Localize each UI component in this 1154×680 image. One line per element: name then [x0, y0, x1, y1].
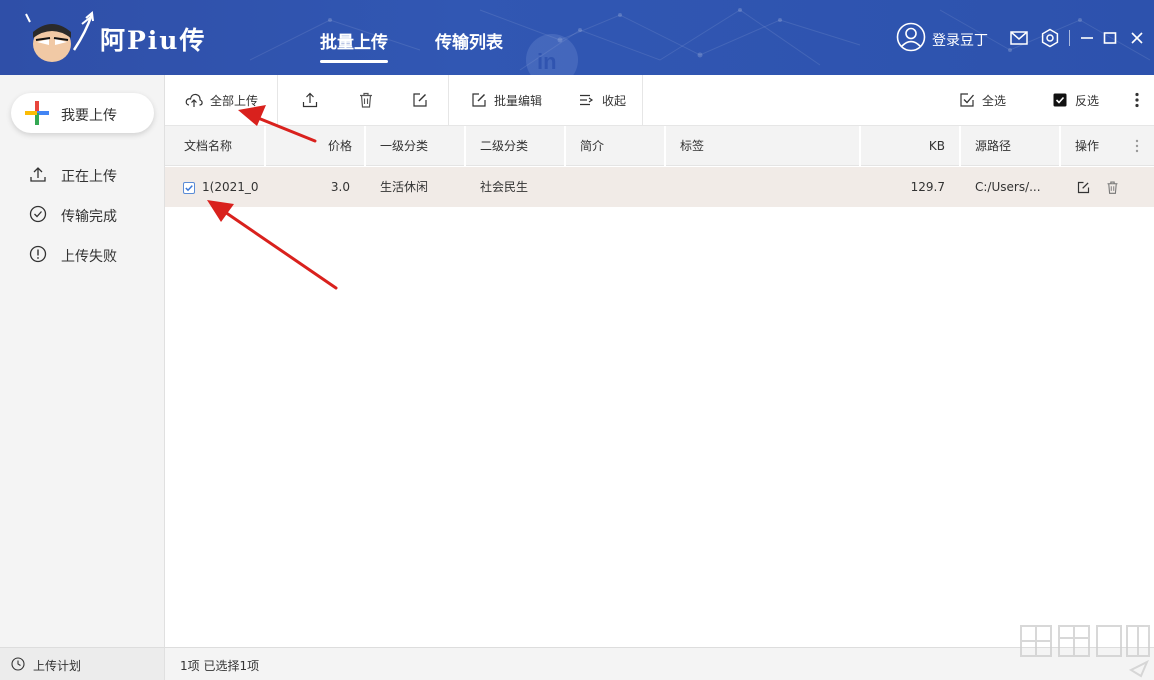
column-divider[interactable] — [859, 126, 861, 166]
batch-edit-icon — [472, 93, 486, 107]
batch-edit-label: 批量编辑 — [494, 94, 543, 108]
upload-selected-button[interactable] — [278, 75, 338, 126]
edit-icon — [413, 93, 427, 107]
cell-kb: 129.7 — [910, 180, 945, 194]
tab-batch-upload[interactable]: 批量上传 — [320, 28, 388, 63]
upload-all-label: 全部上传 — [210, 94, 259, 108]
more-options-button[interactable] — [1127, 75, 1147, 126]
column-divider[interactable] — [664, 126, 666, 166]
sidebar-item-uploading[interactable]: 正在上传 — [0, 157, 164, 191]
column-divider[interactable] — [264, 126, 266, 166]
table-row[interactable]: 1(2021_0 3.0 生活休闲 社会民生 129.7 C:/Users/..… — [165, 167, 1154, 207]
col-header-actions: 操作 — [1075, 139, 1100, 153]
checkbox-outline-icon — [960, 93, 974, 107]
cell-price: 3.0 — [330, 180, 350, 194]
minimize-icon[interactable] — [1077, 28, 1097, 48]
table-header: 文档名称 价格 一级分类 二级分类 简介 标签 KB 源路径 操作 — [165, 126, 1154, 166]
row-delete-icon[interactable] — [1105, 180, 1120, 195]
upload-icon — [302, 92, 318, 108]
collapse-label: 收起 — [602, 94, 627, 108]
settings-icon[interactable] — [1040, 28, 1060, 48]
trash-icon — [360, 92, 372, 108]
colorful-plus-icon — [25, 101, 49, 125]
upload-button-label: 我要上传 — [61, 108, 117, 124]
select-all-button[interactable]: 全选 — [952, 75, 1022, 126]
column-divider[interactable] — [959, 126, 961, 166]
col-header-category2[interactable]: 二级分类 — [480, 126, 528, 166]
invert-select-label: 反选 — [1075, 94, 1100, 108]
more-vertical-icon — [1135, 92, 1139, 108]
select-all-label: 全选 — [982, 94, 1007, 108]
upload-button[interactable]: 我要上传 — [11, 93, 154, 133]
mail-icon[interactable] — [1009, 28, 1029, 48]
login-link[interactable]: 登录豆丁 — [932, 30, 988, 50]
checkmark-icon — [185, 185, 193, 192]
column-divider[interactable] — [564, 126, 566, 166]
toolbar-divider — [642, 75, 643, 126]
batch-edit-button[interactable]: 批量编辑 — [449, 75, 557, 126]
row-checkbox[interactable] — [183, 182, 195, 194]
cloud-upload-icon — [185, 93, 203, 107]
edit-button[interactable] — [395, 75, 445, 126]
sidebar-item-failed[interactable]: 上传失败 — [0, 237, 164, 271]
row-edit-icon[interactable] — [1076, 180, 1091, 195]
tab-transfer-list[interactable]: 传输列表 — [435, 28, 503, 53]
col-header-category1[interactable]: 一级分类 — [380, 126, 428, 166]
window-controls-divider — [1069, 30, 1070, 46]
sidebar-item-label: 上传失败 — [61, 249, 117, 265]
app-name: 阿Piu传 — [100, 26, 207, 55]
col-header-name[interactable]: 文档名称 — [184, 126, 232, 166]
clock-icon — [11, 657, 25, 671]
status-bar: 1项 已选择1项 — [165, 647, 1154, 680]
toolbar: 全部上传 批量编辑 收起 全选 反选 — [165, 75, 1154, 126]
invert-select-button[interactable]: 反选 — [1045, 75, 1115, 126]
alert-circle-icon — [29, 245, 47, 263]
upload-schedule-button[interactable]: 上传计划 — [0, 647, 165, 680]
sidebar-item-label: 正在上传 — [61, 169, 117, 185]
col-header-intro[interactable]: 简介 — [580, 126, 604, 166]
column-divider[interactable] — [364, 126, 366, 166]
cell-category1: 生活休闲 — [380, 180, 429, 194]
close-icon[interactable] — [1127, 28, 1147, 48]
delete-button[interactable] — [340, 75, 390, 126]
collapse-list-icon — [580, 94, 594, 106]
column-divider[interactable] — [1059, 126, 1061, 166]
col-header-kb[interactable]: KB — [929, 126, 945, 166]
sidebar-item-completed[interactable]: 传输完成 — [0, 197, 164, 231]
cell-category2: 社会民生 — [480, 180, 529, 194]
annotation-arrow-checkbox — [207, 200, 338, 290]
sidebar-item-label: 传输完成 — [61, 209, 117, 225]
checkbox-filled-icon — [1053, 93, 1067, 107]
maximize-icon[interactable] — [1100, 28, 1120, 48]
col-header-tags[interactable]: 标签 — [680, 126, 704, 166]
user-avatar-icon[interactable] — [896, 22, 926, 52]
collapse-button[interactable]: 收起 — [560, 75, 640, 126]
column-settings-icon[interactable] — [1131, 138, 1143, 154]
column-divider[interactable] — [464, 126, 466, 166]
upload-all-button[interactable]: 全部上传 — [165, 75, 277, 126]
cell-name: 1(2021_0 — [202, 180, 259, 194]
cell-path: C:/Users/... — [975, 180, 1041, 194]
upload-icon — [30, 167, 46, 182]
app-header: in 阿Piu传 批量上传 传输列表 登录豆丁 — [0, 0, 1154, 75]
status-text: 1项 已选择1项 — [180, 659, 260, 673]
col-header-path[interactable]: 源路径 — [975, 126, 1011, 166]
col-header-price[interactable]: 价格 — [328, 126, 352, 166]
sidebar: 我要上传 正在上传 传输完成 上传失败 — [0, 75, 165, 647]
check-circle-icon — [29, 205, 47, 223]
upload-schedule-label: 上传计划 — [33, 659, 82, 673]
svg-text:in: in — [537, 49, 557, 74]
